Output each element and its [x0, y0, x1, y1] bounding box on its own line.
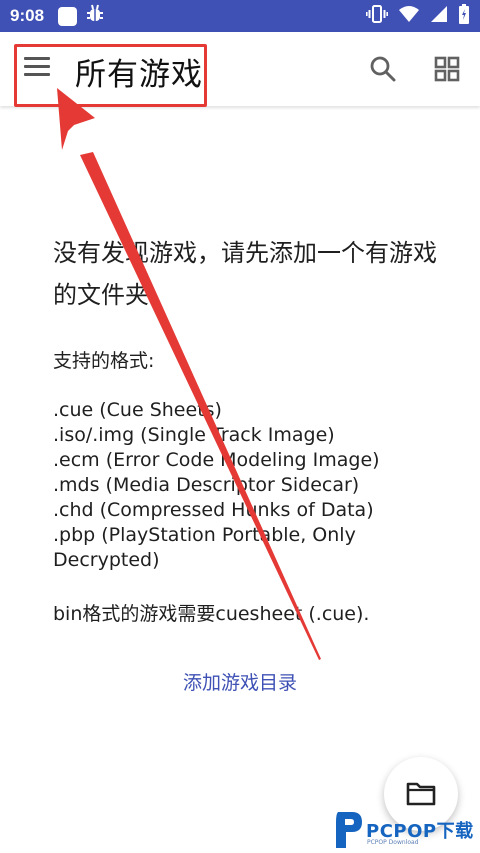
menu-button[interactable] — [24, 57, 50, 81]
page-title: 所有游戏 — [75, 57, 203, 93]
bin-format-note: bin格式的游戏需要cuesheet (.cue). — [53, 603, 370, 625]
empty-state: 没有发现游戏，请先添加一个有游戏的文件夹 支持的格式: .cue (Cue Sh… — [53, 232, 443, 627]
folder-icon — [406, 782, 436, 806]
square-app-icon — [58, 6, 78, 26]
add-game-directory-button[interactable]: 添加游戏目录 — [0, 668, 480, 695]
formats-list: .cue (Cue Sheets) .iso/.img (Single Trac… — [53, 398, 443, 573]
menu-icon-line — [24, 72, 50, 76]
grid-view-button[interactable] — [432, 54, 462, 84]
signal-icon — [430, 5, 448, 27]
menu-icon-line — [24, 64, 50, 68]
formats-heading: 支持的格式: — [53, 350, 155, 372]
grid-view-icon — [434, 56, 460, 82]
status-system-icons — [366, 4, 470, 28]
search-icon — [370, 56, 396, 82]
pcpop-logo-icon — [336, 812, 362, 848]
bug-icon — [85, 4, 105, 28]
empty-state-title: 没有发现游戏，请先添加一个有游戏的文件夹 — [53, 239, 437, 309]
format-item: .pbp (PlayStation Portable, Only Decrypt… — [53, 524, 356, 571]
watermark: PCPOP下载 PCPOP Download — [330, 808, 480, 853]
search-button[interactable] — [368, 54, 398, 84]
status-notification-icons — [58, 4, 105, 28]
format-item: .iso/.img (Single Track Image) — [53, 424, 335, 446]
vibrate-icon — [366, 5, 389, 27]
format-item: .cue (Cue Sheets) — [53, 399, 222, 421]
format-item: .chd (Compressed Hunks of Data) — [53, 499, 374, 521]
watermark-subtext: PCPOP Download — [367, 839, 419, 846]
menu-icon-line — [24, 57, 50, 60]
battery-icon — [458, 4, 470, 28]
format-item: .ecm (Error Code Modeling Image) — [53, 449, 380, 471]
status-bar: 9:08 — [0, 0, 480, 32]
app-bar: 所有游戏 — [0, 32, 480, 107]
status-time: 9:08 — [10, 6, 45, 25]
format-item: .mds (Media Descriptor Sidecar) — [53, 474, 360, 496]
wifi-icon — [398, 5, 420, 27]
